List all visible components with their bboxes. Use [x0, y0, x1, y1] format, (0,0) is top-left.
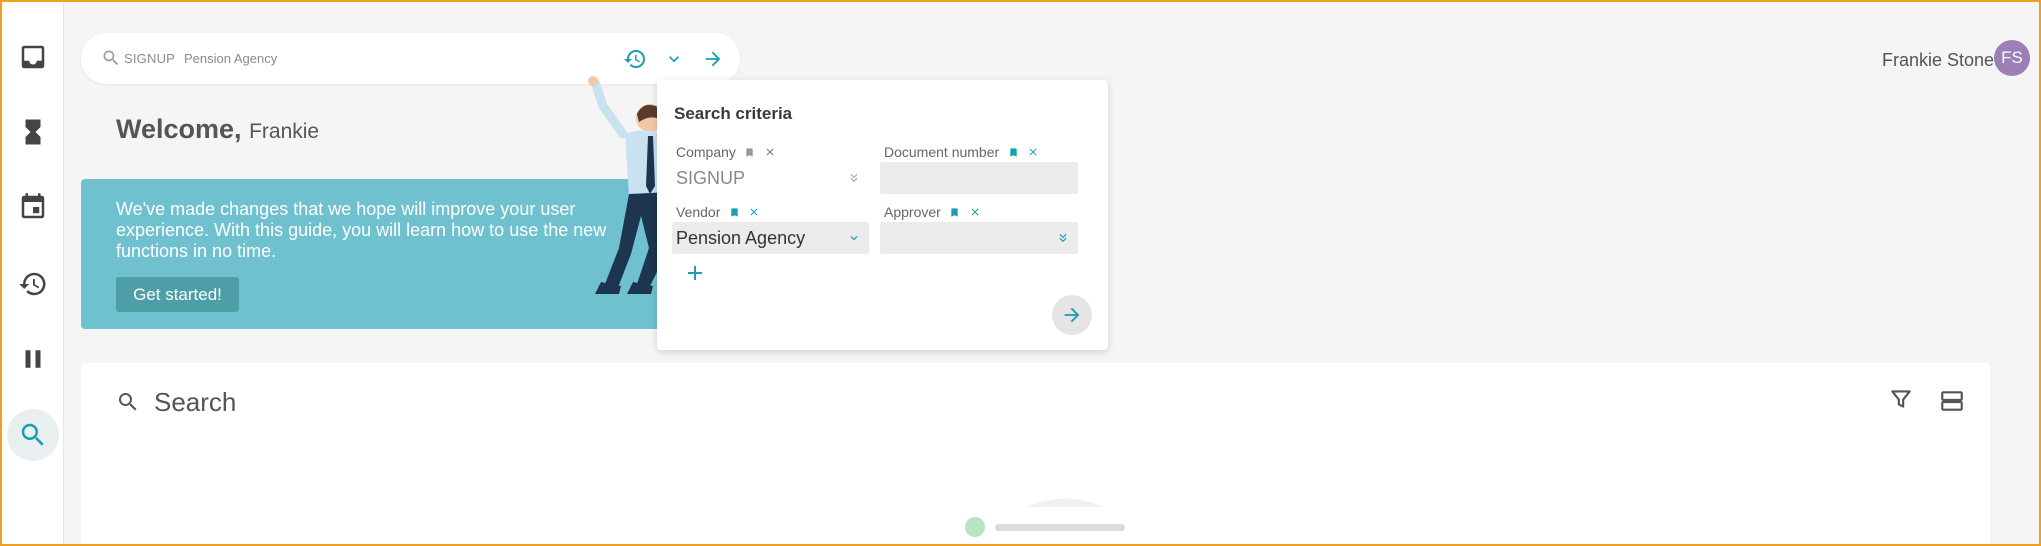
close-icon[interactable]: [969, 205, 981, 219]
document-number-label: Document number: [884, 144, 1000, 160]
welcome-heading: Welcome, Frankie: [116, 114, 319, 145]
double-chevron-down-icon: [850, 173, 858, 183]
apply-criteria-button[interactable]: [1052, 295, 1092, 335]
pause-icon: [25, 350, 41, 368]
expand-criteria-button[interactable]: [660, 45, 688, 73]
panel-title: Search: [154, 387, 237, 417]
sidebar: [2, 2, 64, 544]
get-started-button[interactable]: Get started!: [116, 277, 239, 312]
sidebar-item-inbox[interactable]: [7, 31, 59, 83]
sidebar-item-history[interactable]: [7, 258, 59, 310]
close-icon[interactable]: [1027, 145, 1039, 159]
bookmark-icon[interactable]: [949, 205, 961, 219]
chevron-down-icon: [850, 236, 858, 241]
vendor-label-row: Vendor: [676, 204, 760, 220]
sidebar-item-calendar[interactable]: [7, 181, 59, 233]
company-field[interactable]: SIGNUP: [672, 162, 869, 194]
arrow-right-icon: [705, 51, 721, 67]
vendor-select[interactable]: Pension Agency: [672, 222, 869, 254]
empty-state-illustration: [955, 498, 1175, 546]
vendor-chip[interactable]: Pension Agency: [184, 51, 277, 66]
sidebar-item-paused[interactable]: [7, 333, 59, 385]
add-criteria-icon[interactable]: [683, 261, 707, 285]
company-chip[interactable]: SIGNUP: [124, 51, 175, 66]
sidebar-item-pending[interactable]: [7, 106, 59, 158]
filter-icon[interactable]: [1888, 386, 1914, 412]
bookmark-icon[interactable]: [744, 145, 756, 159]
history-icon: [624, 50, 645, 69]
search-icon: [103, 50, 119, 66]
approver-label: Approver: [884, 204, 941, 220]
search-icon: [119, 393, 137, 411]
arrow-right-icon: [1064, 307, 1080, 323]
company-value: SIGNUP: [676, 168, 746, 188]
bookmark-icon[interactable]: [728, 205, 740, 219]
search-history-button[interactable]: [621, 45, 649, 73]
popup-title: Search criteria: [674, 104, 793, 123]
approver-select[interactable]: [880, 222, 1078, 254]
double-chevron-down-icon: [1059, 233, 1067, 243]
company-label-row: Company: [676, 144, 776, 160]
view-layout-icon[interactable]: [1939, 388, 1965, 414]
run-search-button[interactable]: [699, 45, 727, 73]
history-icon: [19, 272, 46, 296]
company-label: Company: [676, 144, 736, 160]
approver-label-row: Approver: [884, 204, 981, 220]
bookmark-icon[interactable]: [1007, 145, 1019, 159]
close-icon[interactable]: [764, 145, 776, 159]
document-number-label-row: Document number: [884, 144, 1039, 160]
document-number-input[interactable]: [880, 162, 1078, 194]
sidebar-item-search[interactable]: [7, 409, 59, 461]
search-criteria-popup: Search criteria Company SIGNUP Document …: [657, 80, 1108, 350]
user-name[interactable]: Frankie Stone: [1882, 50, 1994, 71]
search-panel: Search: [81, 363, 1990, 546]
inbox-icon: [21, 45, 45, 69]
vendor-value: Pension Agency: [676, 228, 806, 248]
close-icon[interactable]: [748, 205, 760, 219]
banner-text: We've made changes that we hope will imp…: [116, 199, 607, 261]
welcome-name: Frankie: [249, 120, 320, 143]
chevron-down-icon: [669, 56, 679, 63]
search-icon: [21, 423, 44, 446]
avatar[interactable]: FS: [1994, 40, 2030, 76]
hourglass-icon: [25, 119, 41, 145]
calendar-icon: [21, 193, 45, 219]
vendor-label: Vendor: [676, 204, 721, 220]
welcome-greeting: Welcome,: [116, 114, 242, 144]
